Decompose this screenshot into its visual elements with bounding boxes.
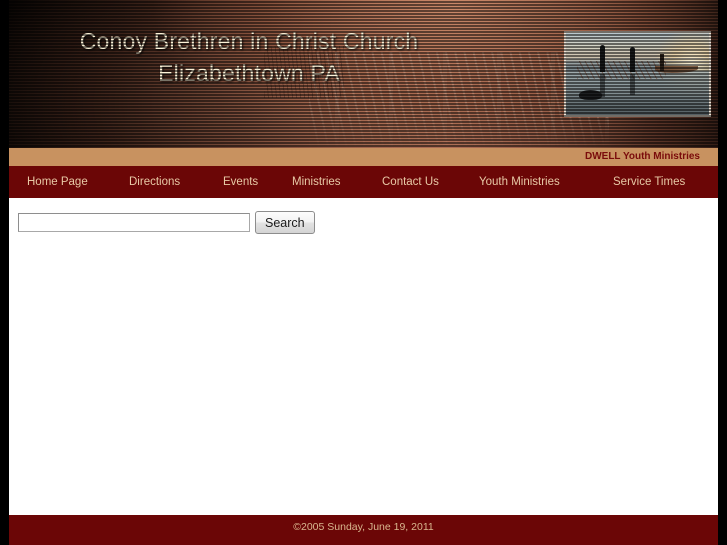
nav-item-youth-ministries[interactable]: Youth Ministries (479, 174, 560, 190)
nav-item-home-page[interactable]: Home Page (27, 174, 88, 190)
nav-item-events[interactable]: Events (223, 174, 258, 190)
page-title-line-1: Conoy Brethren in Christ Church (79, 28, 419, 55)
nav-item-directions[interactable]: Directions (129, 174, 180, 190)
page-root: Conoy Brethren in Christ Church Elizabet… (0, 0, 727, 545)
page-title-line-2: Elizabethtown PA (158, 60, 340, 87)
thumb-reflection-middle (630, 74, 636, 96)
nav-item-ministries[interactable]: Ministries (292, 174, 341, 190)
secondary-bar: DWELL Youth Ministries (9, 148, 718, 166)
thumb-figure-right (660, 54, 665, 71)
page-title: Conoy Brethren in Christ Church Elizabet… (9, 25, 489, 89)
copyright-text: ©2005 Sunday, June 19, 2011 (293, 521, 434, 533)
site-footer: ©2005 Sunday, June 19, 2011 (9, 515, 718, 545)
main-content-area: Search (9, 198, 718, 515)
thumb-fishing-net (577, 60, 667, 79)
nav-item-contact-us[interactable]: Contact Us (382, 174, 439, 190)
dwell-youth-ministries-link[interactable]: DWELL Youth Ministries (585, 150, 700, 164)
search-button[interactable]: Search (255, 211, 315, 234)
thumb-figure-middle (630, 49, 636, 73)
nav-item-service-times[interactable]: Service Times (613, 174, 685, 190)
search-form: Search (18, 211, 315, 234)
search-input[interactable] (18, 213, 250, 232)
main-navigation: Home Page Directions Events Ministries C… (9, 166, 718, 198)
thumb-rock (578, 90, 602, 101)
site-banner: Conoy Brethren in Christ Church Elizabet… (9, 0, 718, 148)
thumb-figure-left (600, 47, 606, 73)
fishermen-net-photo (564, 31, 711, 117)
